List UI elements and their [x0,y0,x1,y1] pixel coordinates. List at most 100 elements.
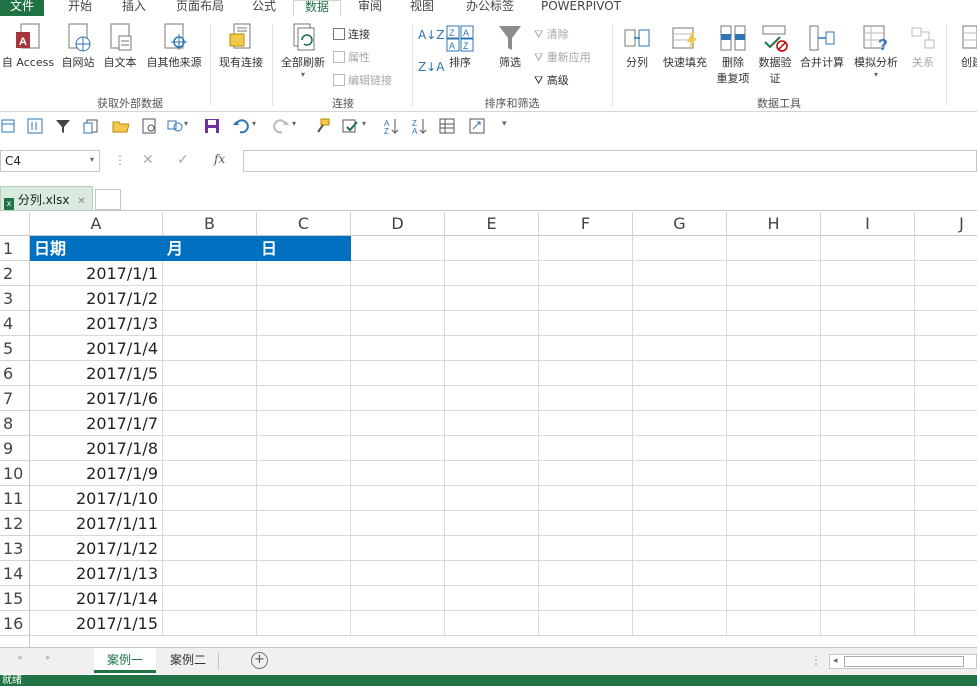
remove-duplicates-button[interactable]: 删除 重复项 [713,22,753,86]
properties-button[interactable]: 属性 [333,49,370,65]
cell-i15[interactable] [821,586,915,611]
tab-powerpivot[interactable]: POWERPIVOT [535,0,627,16]
cell-i8[interactable] [821,411,915,436]
cell-f2[interactable] [539,261,633,286]
cell-j1[interactable] [915,236,977,261]
row-header[interactable]: 3 [0,286,30,311]
cell-j13[interactable] [915,536,977,561]
cell-g7[interactable] [633,386,727,411]
horizontal-scrollbar[interactable]: ◂ [829,654,977,669]
cell-j2[interactable] [915,261,977,286]
tab-home[interactable]: 开始 [58,0,102,16]
cell-j16[interactable] [915,611,977,636]
cell-g5[interactable] [633,336,727,361]
customize-toolbar-icon[interactable]: ▾ [502,119,507,129]
cell-j3[interactable] [915,286,977,311]
cell-e4[interactable] [445,311,539,336]
cell-e5[interactable] [445,336,539,361]
scroll-right-icon[interactable]: ▸ [46,653,51,663]
print-preview-icon[interactable] [140,117,158,135]
cell-g3[interactable] [633,286,727,311]
cell-a10[interactable]: 2017/1/9 [30,461,163,486]
cell-b13[interactable] [163,536,257,561]
cell-g16[interactable] [633,611,727,636]
cell-h3[interactable] [727,286,821,311]
cell-c15[interactable] [257,586,351,611]
document-tab[interactable]: x 分列.xlsx ✕ [0,186,93,211]
tab-formulas[interactable]: 公式 [242,0,286,16]
cell-a9[interactable]: 2017/1/8 [30,436,163,461]
column-header-h[interactable]: H [727,212,821,236]
cell-e3[interactable] [445,286,539,311]
cell-e14[interactable] [445,561,539,586]
cell-g1[interactable] [633,236,727,261]
grid-icon[interactable] [438,117,456,135]
cell-b14[interactable] [163,561,257,586]
cell-f9[interactable] [539,436,633,461]
cell-i10[interactable] [821,461,915,486]
cell-c5[interactable] [257,336,351,361]
cell-h11[interactable] [727,486,821,511]
sort-ascending-icon[interactable]: AZ [382,117,400,135]
cell-a11[interactable]: 2017/1/10 [30,486,163,511]
cell-d2[interactable] [351,261,445,286]
cell-f8[interactable] [539,411,633,436]
tab-insert[interactable]: 插入 [112,0,156,16]
cell-i4[interactable] [821,311,915,336]
cell-g6[interactable] [633,361,727,386]
cell-a16[interactable]: 2017/1/15 [30,611,163,636]
cell-d10[interactable] [351,461,445,486]
scroll-left-icon[interactable]: ◂ [17,653,22,663]
what-if-analysis-button[interactable]: ? 模拟分析 ▾ [849,22,903,79]
cell-d12[interactable] [351,511,445,536]
cell-i6[interactable] [821,361,915,386]
cell-b8[interactable] [163,411,257,436]
existing-connections-button[interactable]: 现有连接 [214,22,268,70]
cell-h9[interactable] [727,436,821,461]
row-header[interactable]: 8 [0,411,30,436]
cell-h15[interactable] [727,586,821,611]
flash-fill-button[interactable]: 快速填充 [659,22,711,70]
cell-c11[interactable] [257,486,351,511]
cell-c14[interactable] [257,561,351,586]
cell-i7[interactable] [821,386,915,411]
cell-d13[interactable] [351,536,445,561]
cell-i13[interactable] [821,536,915,561]
cell-a4[interactable]: 2017/1/3 [30,311,163,336]
cell-d8[interactable] [351,411,445,436]
column-header-d[interactable]: D [351,212,445,236]
cell-h7[interactable] [727,386,821,411]
cell-c13[interactable] [257,536,351,561]
cell-a15[interactable]: 2017/1/14 [30,586,163,611]
cell-e16[interactable] [445,611,539,636]
sort-descending-icon[interactable]: ZA [410,117,428,135]
column-header-g[interactable]: G [633,212,727,236]
chevron-down-icon[interactable]: ▾ [252,119,256,128]
sort-za-button[interactable]: Z↓A [418,60,444,74]
cell-c9[interactable] [257,436,351,461]
cell-b2[interactable] [163,261,257,286]
cell-b3[interactable] [163,286,257,311]
row-header[interactable]: 15 [0,586,30,611]
cell-f5[interactable] [539,336,633,361]
cell-c1[interactable]: 日 [257,236,351,261]
cell-d6[interactable] [351,361,445,386]
relationships-button[interactable]: 关系 [903,22,943,70]
cell-a12[interactable]: 2017/1/11 [30,511,163,536]
cell-b16[interactable] [163,611,257,636]
from-access-button[interactable]: A 自 Access [0,22,56,70]
insert-function-button[interactable]: fx [214,152,225,166]
cell-d5[interactable] [351,336,445,361]
pivot-icon[interactable] [468,117,486,135]
cell-i11[interactable] [821,486,915,511]
chevron-down-icon[interactable]: ▾ [90,155,94,164]
tab-page-layout[interactable]: 页面布局 [168,0,232,16]
row-header[interactable]: 11 [0,486,30,511]
cell-c3[interactable] [257,286,351,311]
cell-e13[interactable] [445,536,539,561]
cell-f15[interactable] [539,586,633,611]
sheet-tab-case-2[interactable]: 案例二 [158,648,218,673]
chevron-down-icon[interactable]: ▾ [184,119,188,128]
cell-d1[interactable] [351,236,445,261]
cell-f11[interactable] [539,486,633,511]
